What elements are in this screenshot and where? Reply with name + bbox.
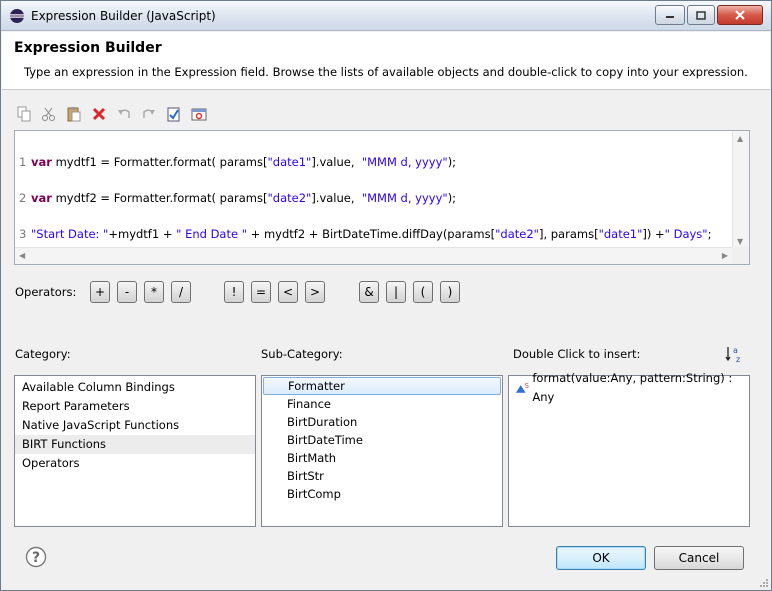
operator-less-than-button[interactable]: < bbox=[278, 281, 298, 303]
maximize-icon bbox=[696, 10, 706, 20]
copy-button[interactable] bbox=[15, 105, 33, 123]
code-line: 2 var mydtf2 = Formatter.format( params["… bbox=[19, 191, 457, 205]
operator-open-paren-button[interactable]: ( bbox=[413, 281, 433, 303]
subcategory-label: Sub-Category: bbox=[261, 347, 343, 361]
scroll-corner bbox=[732, 247, 749, 264]
insert-item-format[interactable]: S format(value:Any, pattern:String) : An… bbox=[509, 371, 749, 404]
undo-icon bbox=[118, 109, 130, 118]
subcategory-item-birtduration[interactable]: BirtDuration bbox=[262, 413, 502, 431]
dialog-description: Type an expression in the Expression fie… bbox=[24, 65, 748, 79]
operator-equals-button[interactable]: = bbox=[251, 281, 271, 303]
subcategory-item-finance[interactable]: Finance bbox=[262, 395, 502, 413]
category-item-native-javascript-functions[interactable]: Native JavaScript Functions bbox=[15, 416, 255, 435]
delete-icon bbox=[92, 107, 106, 121]
subcategory-item-birtstr[interactable]: BirtStr bbox=[262, 467, 502, 485]
horizontal-scrollbar[interactable]: ◀ ▶ bbox=[15, 247, 732, 264]
editor-toolbar bbox=[15, 105, 208, 125]
category-list: Available Column Bindings Report Paramet… bbox=[14, 375, 256, 527]
title-bar: Expression Builder (JavaScript) bbox=[1, 1, 771, 31]
redo-button[interactable] bbox=[140, 105, 158, 123]
sort-az-icon[interactable]: a z bbox=[724, 344, 744, 364]
operators-label: Operators: bbox=[15, 285, 77, 299]
operator-plus-button[interactable]: + bbox=[90, 281, 110, 303]
svg-text:z: z bbox=[736, 355, 740, 364]
paste-icon bbox=[67, 107, 81, 122]
resize-grip-icon[interactable] bbox=[759, 578, 769, 588]
operator-divide-button[interactable]: / bbox=[171, 281, 191, 303]
expression-editor[interactable]: 1 var mydtf1 = Formatter.format( params["… bbox=[14, 130, 750, 265]
vertical-scrollbar[interactable]: ▲ ▼ bbox=[732, 131, 749, 249]
svg-text:S: S bbox=[525, 382, 529, 390]
operator-close-paren-button[interactable]: ) bbox=[440, 281, 460, 303]
ok-button[interactable]: OK bbox=[556, 546, 646, 570]
close-icon bbox=[735, 10, 745, 20]
insert-label: Double Click to insert: bbox=[513, 347, 641, 361]
cut-button[interactable] bbox=[40, 105, 58, 123]
undo-button[interactable] bbox=[115, 105, 133, 123]
minimize-button[interactable] bbox=[655, 5, 685, 25]
dialog-header: Expression Builder Type an expression in… bbox=[2, 32, 770, 90]
operator-multiply-button[interactable]: * bbox=[144, 281, 164, 303]
subcategory-list: Formatter Finance BirtDuration BirtDateT… bbox=[261, 375, 503, 527]
category-item-report-parameters[interactable]: Report Parameters bbox=[15, 397, 255, 416]
expression-builder-window: Expression Builder (JavaScript) Expressi… bbox=[0, 0, 772, 591]
cancel-button[interactable]: Cancel bbox=[654, 546, 744, 570]
validate-icon bbox=[167, 107, 180, 122]
eclipse-icon bbox=[10, 9, 24, 23]
scroll-up-icon[interactable]: ▲ bbox=[737, 134, 743, 143]
insert-item-label: format(value:Any, pattern:String) : Any bbox=[532, 370, 733, 404]
minimize-icon bbox=[666, 16, 674, 18]
scroll-left-icon[interactable]: ◀ bbox=[19, 251, 25, 260]
insert-list: S format(value:Any, pattern:String) : An… bbox=[508, 371, 750, 527]
operator-and-button[interactable]: & bbox=[359, 281, 379, 303]
subcategory-item-birtmath[interactable]: BirtMath bbox=[262, 449, 502, 467]
maximize-button[interactable] bbox=[687, 5, 715, 25]
paste-button[interactable] bbox=[65, 105, 83, 123]
category-item-operators[interactable]: Operators bbox=[15, 454, 255, 473]
category-item-birt-functions[interactable]: BIRT Functions bbox=[15, 435, 255, 454]
calculate-button[interactable] bbox=[190, 105, 208, 123]
delete-button[interactable] bbox=[90, 105, 108, 123]
dialog-title: Expression Builder bbox=[14, 40, 162, 56]
operator-or-button[interactable]: | bbox=[386, 281, 406, 303]
operator-greater-than-button[interactable]: > bbox=[305, 281, 325, 303]
operator-minus-button[interactable]: - bbox=[117, 281, 137, 303]
svg-text:?: ? bbox=[32, 550, 40, 566]
scroll-right-icon[interactable]: ▶ bbox=[722, 251, 728, 260]
subcategory-item-birtcomp[interactable]: BirtComp bbox=[262, 485, 502, 503]
cut-icon bbox=[42, 107, 55, 121]
code-line: 1 var mydtf1 = Formatter.format( params["… bbox=[19, 155, 457, 169]
category-label: Category: bbox=[15, 347, 71, 361]
category-item-available-column-bindings[interactable]: Available Column Bindings bbox=[15, 378, 255, 397]
svg-text:a: a bbox=[733, 346, 738, 355]
window-title: Expression Builder (JavaScript) bbox=[31, 9, 216, 23]
validate-button[interactable] bbox=[165, 105, 183, 123]
code-line: 3 "Start Date: "+mydtf1 + " End Date " + … bbox=[19, 227, 712, 241]
close-button[interactable] bbox=[717, 5, 763, 25]
subcategory-item-birtdatetime[interactable]: BirtDateTime bbox=[262, 431, 502, 449]
subcategory-item-formatter[interactable]: Formatter bbox=[263, 377, 501, 395]
static-method-icon: S bbox=[515, 382, 529, 393]
copy-icon bbox=[17, 106, 31, 122]
redo-icon bbox=[143, 109, 155, 118]
calculate-icon bbox=[191, 108, 207, 121]
operator-not-button[interactable]: ! bbox=[224, 281, 244, 303]
scroll-down-icon[interactable]: ▼ bbox=[737, 237, 743, 246]
help-icon[interactable]: ? bbox=[25, 546, 47, 568]
